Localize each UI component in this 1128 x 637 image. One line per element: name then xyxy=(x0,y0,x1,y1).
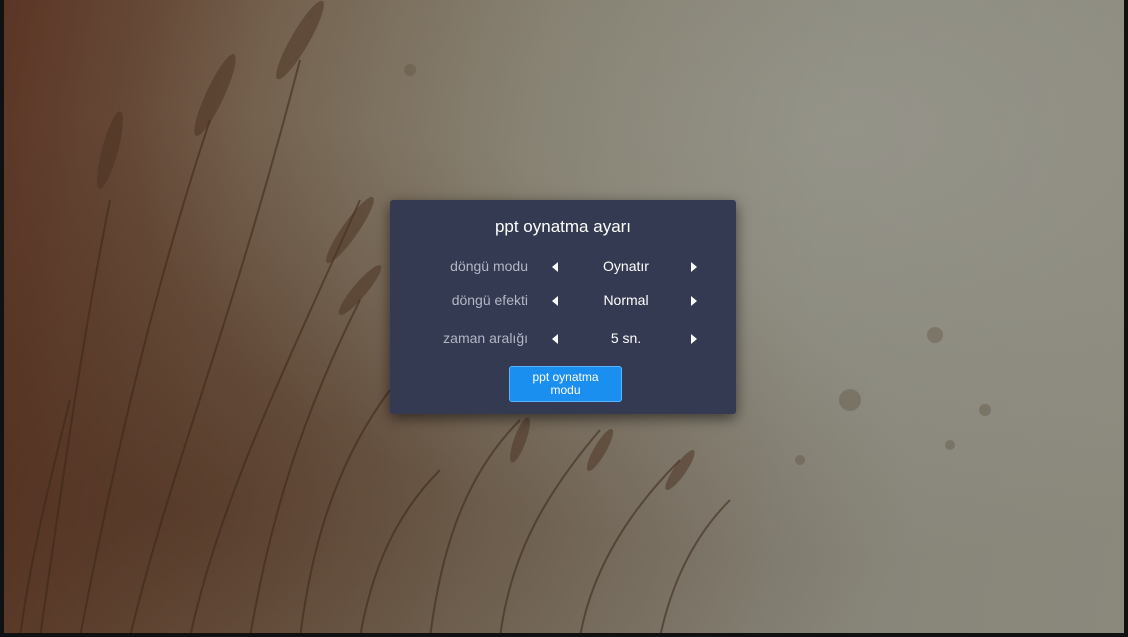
setting-value: Normal xyxy=(603,292,649,308)
setting-value: 5 sn. xyxy=(610,330,642,346)
screen: ppt oynatma ayarı döngü modu Oynatır dön… xyxy=(0,0,1128,637)
screen-border-left xyxy=(0,0,4,637)
setting-label: döngü efekti xyxy=(451,292,528,308)
caret-left-icon[interactable] xyxy=(550,295,562,307)
caret-left-icon[interactable] xyxy=(550,261,562,273)
setting-row-loop-effect[interactable]: döngü efekti Normal xyxy=(390,289,736,313)
screen-border-bottom xyxy=(0,633,1128,637)
setting-label: döngü modu xyxy=(450,258,528,274)
caret-right-icon[interactable] xyxy=(687,295,699,307)
ppt-play-mode-button-label: ppt oynatma modu xyxy=(532,370,599,397)
caret-right-icon[interactable] xyxy=(687,261,699,273)
ppt-play-mode-button[interactable]: ppt oynatma modu xyxy=(509,366,622,402)
ppt-settings-dialog: ppt oynatma ayarı döngü modu Oynatır dön… xyxy=(390,200,736,414)
caret-right-icon[interactable] xyxy=(687,333,699,345)
screen-border-right xyxy=(1124,0,1128,637)
caret-left-icon[interactable] xyxy=(550,333,562,345)
setting-row-loop-mode[interactable]: döngü modu Oynatır xyxy=(390,255,736,279)
setting-row-interval[interactable]: zaman aralığı 5 sn. xyxy=(390,327,736,351)
setting-label: zaman aralığı xyxy=(443,330,528,346)
setting-value: Oynatır xyxy=(603,258,649,274)
dialog-title: ppt oynatma ayarı xyxy=(494,217,632,236)
